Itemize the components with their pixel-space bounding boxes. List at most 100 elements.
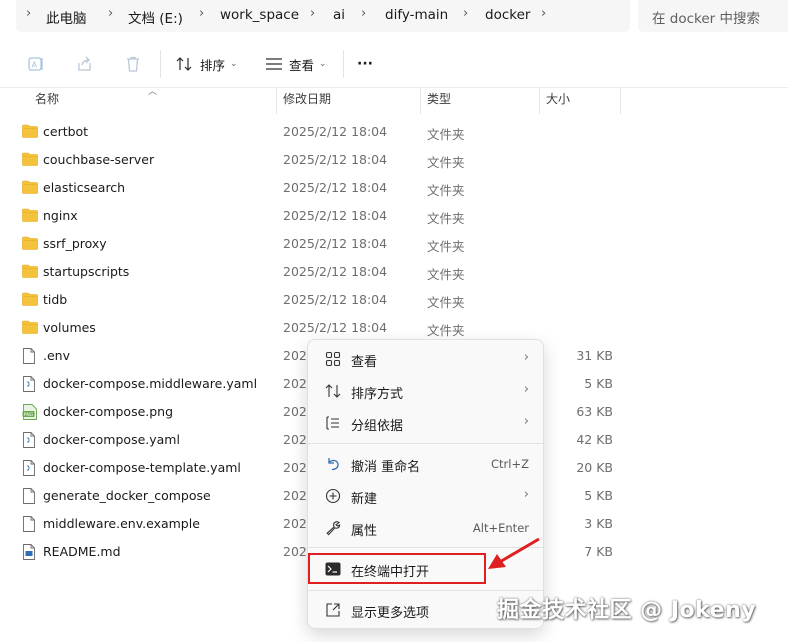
file-name: docker-compose.middleware.yaml <box>43 376 258 391</box>
column-divider[interactable] <box>420 88 421 114</box>
column-header-name[interactable]: 名称 <box>35 90 59 112</box>
delete-icon[interactable] <box>123 54 143 74</box>
chevron-right-icon[interactable]: › <box>463 6 468 21</box>
chevron-right-icon: › <box>523 382 529 397</box>
file-row[interactable]: couchbase-server 2025/2/12 18:04 文件夹 <box>0 146 788 174</box>
share-icon[interactable] <box>75 54 95 74</box>
menu-item-label: 属性 <box>351 524 378 539</box>
chevron-right-icon: › <box>523 414 529 429</box>
folder-icon <box>22 180 38 194</box>
column-header-modified[interactable]: 修改日期 <box>283 90 331 112</box>
folder-icon <box>22 236 38 250</box>
toolbar-divider <box>343 50 344 78</box>
menu-divider <box>308 590 543 591</box>
folder-icon <box>22 292 38 306</box>
menu-item-sort-by[interactable]: 排序方式 › <box>312 376 541 406</box>
file-modified: 2025/2/12 18:04 <box>283 124 388 139</box>
breadcrumb-item[interactable]: 文档 (E:) <box>128 7 183 27</box>
file-size: 20 KB <box>576 460 613 475</box>
rename-icon[interactable]: A <box>26 54 46 74</box>
menu-item-undo-rename[interactable]: 撤消 重命名 Ctrl+Z <box>312 449 541 479</box>
group-icon <box>324 414 342 432</box>
column-divider[interactable] <box>276 88 277 114</box>
sort-label: 排序 <box>200 57 226 73</box>
file-row[interactable]: certbot 2025/2/12 18:04 文件夹 <box>0 118 788 146</box>
sort-button[interactable]: 排序 ⌄ <box>176 54 238 74</box>
column-header-type[interactable]: 类型 <box>427 90 451 112</box>
menu-item-label: 查看 <box>351 355 378 370</box>
context-menu: 查看 › 排序方式 › 分组依据 › 撤消 重命名 Ctrl+Z 新建 › 属性 <box>307 339 544 629</box>
menu-item-label: 分组依据 <box>351 419 404 434</box>
file-name: middleware.env.example <box>43 516 200 531</box>
file-modified: 2025/2/12 18:04 <box>283 180 388 195</box>
folder-icon <box>22 264 38 278</box>
sort-ascending-icon: ︿ <box>148 87 158 97</box>
file-modified: 2025/2/12 18:04 <box>283 320 388 335</box>
column-divider[interactable] <box>620 88 621 114</box>
png-file-icon: PNG <box>22 404 38 420</box>
view-button[interactable]: 查看 ⌄ <box>265 54 327 74</box>
file-size: 63 KB <box>576 404 613 419</box>
file-name: .env <box>43 348 70 363</box>
more-button[interactable]: ··· <box>357 54 373 74</box>
file-modified: 2025/2/12 18:04 <box>283 208 388 223</box>
svg-text:A: A <box>32 61 38 70</box>
file-icon <box>22 488 38 504</box>
file-size: 5 KB <box>584 488 613 503</box>
file-name: certbot <box>43 124 89 139</box>
folder-icon <box>22 152 38 166</box>
chevron-right-icon[interactable]: › <box>361 6 366 21</box>
chevron-right-icon[interactable]: › <box>310 6 315 21</box>
file-name: docker-compose.yaml <box>43 432 180 447</box>
undo-icon <box>324 455 342 473</box>
file-row[interactable]: startupscripts 2025/2/12 18:04 文件夹 <box>0 258 788 286</box>
menu-item-group-by[interactable]: 分组依据 › <box>312 408 541 438</box>
chevron-right-icon[interactable]: › <box>26 6 31 21</box>
menu-item-label: 新建 <box>351 492 378 507</box>
breadcrumb[interactable]: › 此电脑 › 文档 (E:) › work_space › ai › dify… <box>16 0 630 32</box>
md-file-icon <box>22 544 38 560</box>
file-row[interactable]: volumes 2025/2/12 18:04 文件夹 <box>0 314 788 342</box>
folder-icon <box>22 320 38 334</box>
breadcrumb-item[interactable]: docker <box>485 7 530 23</box>
breadcrumb-item[interactable]: 此电脑 <box>46 7 87 27</box>
chevron-right-icon[interactable]: › <box>108 6 113 21</box>
file-name: README.md <box>43 544 121 559</box>
file-row[interactable]: ssrf_proxy 2025/2/12 18:04 文件夹 <box>0 230 788 258</box>
breadcrumb-item[interactable]: ai <box>333 7 345 23</box>
file-modified: 2025/2/12 18:04 <box>283 152 388 167</box>
file-size: 42 KB <box>576 432 613 447</box>
file-size: 31 KB <box>576 348 613 363</box>
chevron-right-icon[interactable]: › <box>199 6 204 21</box>
file-modified: 2025/2/12 18:04 <box>283 292 388 307</box>
address-bar: › 此电脑 › 文档 (E:) › work_space › ai › dify… <box>0 0 788 36</box>
view-grid-icon <box>324 350 342 368</box>
file-type: 文件夹 <box>427 295 465 310</box>
file-name: tidb <box>43 292 68 307</box>
file-name: volumes <box>43 320 96 335</box>
file-row[interactable]: nginx 2025/2/12 18:04 文件夹 <box>0 202 788 230</box>
sort-icon <box>176 57 192 71</box>
file-type: 文件夹 <box>427 323 465 338</box>
file-row[interactable]: elasticsearch 2025/2/12 18:04 文件夹 <box>0 174 788 202</box>
chevron-down-icon: ⌄ <box>319 59 327 69</box>
yaml-file-icon <box>22 432 38 448</box>
chevron-right-icon[interactable]: › <box>541 6 546 21</box>
column-header-size[interactable]: 大小 <box>546 90 570 112</box>
menu-item-new[interactable]: 新建 › <box>312 481 541 511</box>
menu-item-shortcut: Ctrl+Z <box>491 457 529 471</box>
file-row[interactable]: tidb 2025/2/12 18:04 文件夹 <box>0 286 788 314</box>
chevron-right-icon: › <box>523 487 529 502</box>
file-icon <box>22 516 38 532</box>
breadcrumb-item[interactable]: work_space <box>220 7 299 23</box>
column-divider[interactable] <box>539 88 540 114</box>
search-input[interactable]: 在 docker 中搜索 <box>638 0 788 32</box>
file-size: 3 KB <box>584 516 613 531</box>
file-modified: 2025/2/12 18:04 <box>283 264 388 279</box>
file-name: generate_docker_compose <box>43 488 211 503</box>
breadcrumb-item[interactable]: dify-main <box>385 7 448 23</box>
file-size: 5 KB <box>584 376 613 391</box>
file-type: 文件夹 <box>427 239 465 254</box>
menu-item-view[interactable]: 查看 › <box>312 344 541 374</box>
file-type: 文件夹 <box>427 267 465 282</box>
